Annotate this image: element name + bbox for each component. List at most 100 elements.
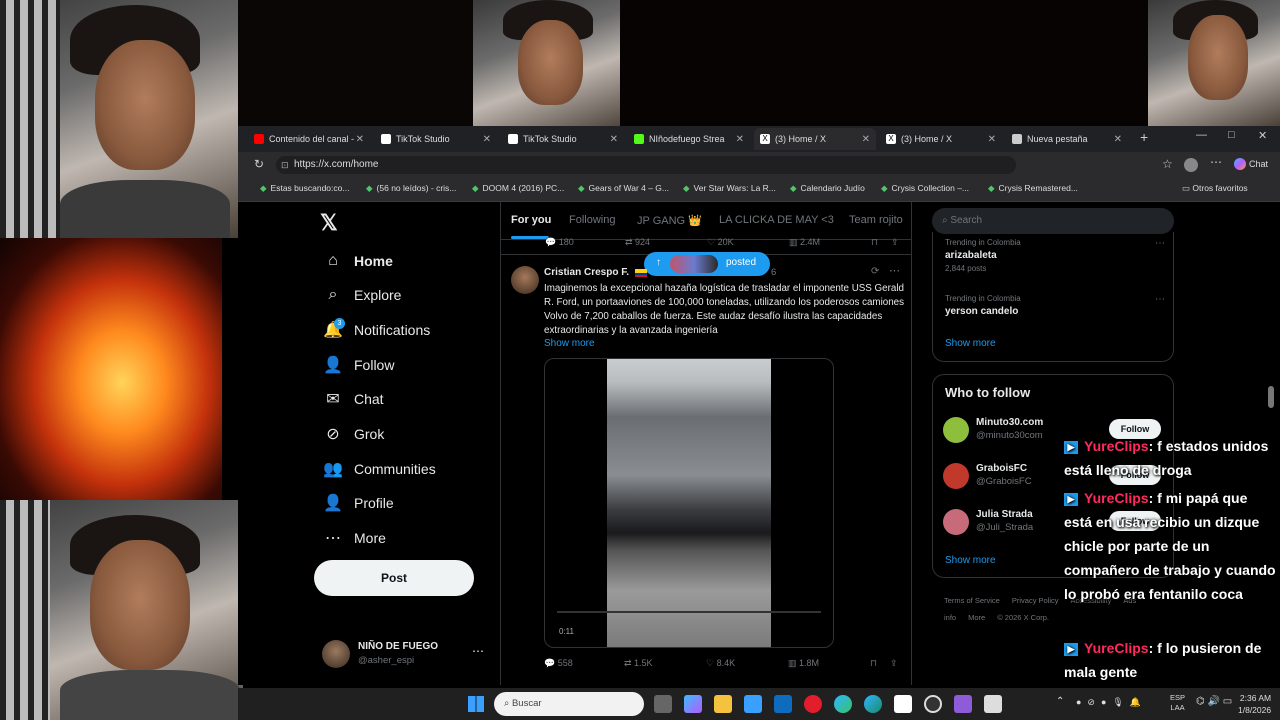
trend-item[interactable]: Trending in Colombia yerson candelo ⋯ [945,294,1165,320]
close-tab-icon[interactable]: ✕ [862,134,870,145]
footer-link[interactable]: Privacy Policy [1012,596,1059,605]
trend-item[interactable]: Trending in Colombia arizabaleta 2,844 pos… [945,238,1165,273]
reply-button[interactable]: 💬 558 [544,658,573,669]
bookmark-icon[interactable]: ⊓ [870,658,877,669]
browser-tab[interactable]: TikTok Studio ✕ [375,128,497,150]
close-window-icon[interactable]: ✕ [1258,129,1267,142]
post-video[interactable]: 0:11 [544,358,834,648]
edge-dev-icon[interactable] [864,695,882,713]
obs-icon[interactable] [924,695,942,713]
trends-show-more[interactable]: Show more [945,338,996,349]
bookmark-item[interactable]: ◆ DOOM 4 (2016) PC... [472,183,564,194]
tray-icons[interactable]: ●⊘●🎙🔔 [1076,697,1147,708]
opera-icon[interactable] [804,695,822,713]
bookmark-item[interactable]: ◆ Ver Star Wars: La R... [683,183,776,194]
post-button[interactable]: Post [314,560,474,596]
other-bookmarks[interactable]: ▭ Otros favoritos [1182,183,1248,194]
new-tab-icon[interactable]: + [1140,129,1148,145]
close-tab-icon[interactable]: ✕ [483,134,491,145]
footer-link[interactable]: More [968,613,985,622]
prev-like-button[interactable]: ♡ 20K [707,237,734,248]
prev-views[interactable]: ▥ 2.4M [789,237,820,248]
feed-tab[interactable]: Team rojito [849,214,903,226]
bookmark-item[interactable]: ◆ Calendario Judío [790,183,865,194]
tray-chevron-icon[interactable]: ⌃ [1056,696,1064,707]
menu-icon[interactable]: ⋯ [1210,155,1222,169]
post-time[interactable]: 6 [771,267,776,278]
footer-link[interactable]: © 2026 X Corp. [997,613,1049,622]
file-explorer-icon[interactable] [714,695,732,713]
minimize-icon[interactable]: — [1196,129,1207,141]
video-progress[interactable] [557,611,821,613]
post-more-icon[interactable]: ⋯ [889,264,900,277]
favorites-star-icon[interactable]: ☆ [1162,157,1173,171]
who-to-follow-show-more[interactable]: Show more [945,555,996,566]
close-tab-icon[interactable]: ✕ [988,134,996,145]
network-volume-icons[interactable]: ⌬ 🔊 ▭ [1196,696,1232,707]
account-switcher[interactable]: NIÑO DE FUEGO @asher_espi ⋯ [322,638,492,670]
views-button[interactable]: ▥ 1.8M [788,658,819,669]
windows-start-icon[interactable] [468,696,484,712]
prev-bookmark-icon[interactable]: ⊓ [871,237,878,248]
refresh-icon[interactable]: ↻ [254,157,264,171]
nav-explore[interactable]: ⌕ Explore [322,280,402,310]
x-logo-icon[interactable]: 𝕏 [320,210,338,236]
feed-tab[interactable]: Following [569,214,615,226]
browser-tab[interactable]: Nueva pestaña ✕ [1006,128,1128,150]
nav-more[interactable]: ⋯ More [322,523,386,553]
like-button[interactable]: ♡ 8.4K [706,658,735,669]
close-tab-icon[interactable]: ✕ [1114,134,1122,145]
post-show-more[interactable]: Show more [544,338,595,349]
prev-repost-button[interactable]: ⇄ 924 [625,237,650,248]
profile-avatar-icon[interactable] [1184,158,1198,172]
nav-chat[interactable]: ✉ Chat [322,384,383,414]
app-icon-purple[interactable] [954,695,972,713]
post-author-avatar[interactable] [511,266,539,294]
page-scrollbar[interactable] [1268,386,1274,408]
browser-tab[interactable]: X (3) Home / X ✕ [880,128,1002,150]
trend-more-icon[interactable]: ⋯ [1155,238,1165,249]
browser-tab[interactable]: X (3) Home / X ✕ [754,128,876,150]
feed-tab[interactable]: LA CLICKA DE MAY <3 [719,214,834,226]
browser-tab[interactable]: TikTok Studio ✕ [502,128,624,150]
clock[interactable]: 2:36 AM 1/8/2026 [1238,692,1271,716]
search-input[interactable]: ⌕ Search [932,208,1174,234]
copilot-taskbar-icon[interactable] [684,695,702,713]
feed-tab[interactable]: For you [511,214,551,226]
url-field[interactable]: ⊡ https://x.com/home [276,156,1016,174]
new-posts-pill[interactable]: ↑ posted [644,252,770,276]
prev-reply-button[interactable]: 💬 180 [545,237,574,248]
post-author-name[interactable]: Cristian Crespo F. [544,267,629,278]
capcut-icon[interactable] [894,695,912,713]
maximize-icon[interactable]: □ [1228,129,1235,141]
nav-profile[interactable]: 👤 Profile [322,488,394,518]
prev-share-icon[interactable]: ⇪ [891,237,899,248]
close-tab-icon[interactable]: ✕ [736,134,744,145]
nav-home[interactable]: ⌂ Home [322,246,393,276]
close-tab-icon[interactable]: ✕ [610,134,618,145]
bookmark-item[interactable]: ◆ Estas buscando:co... [260,183,349,194]
copilot-chat-button[interactable]: Chat [1234,158,1268,170]
close-tab-icon[interactable]: ✕ [356,134,364,145]
bookmark-item[interactable]: ◆ (56 no leídos) - cris... [366,183,456,194]
browser-tab[interactable]: Contenido del canal - Y ✕ [248,128,370,150]
edge-icon[interactable] [834,695,852,713]
share-icon[interactable]: ⇪ [890,658,898,669]
bookmark-item[interactable]: ◆ Crysis Collection –... [881,183,969,194]
browser-tab[interactable]: NIñodefuego Strea ✕ [628,128,750,150]
feed-tab[interactable]: JP GANG 👑 [637,214,702,227]
taskbar-search[interactable]: ⌕ Buscar [494,692,644,716]
store-icon[interactable] [744,695,762,713]
trend-more-icon[interactable]: ⋯ [1155,294,1165,305]
app-icon-window[interactable] [984,695,1002,713]
bookmark-item[interactable]: ◆ Gears of War 4 – G... [578,183,669,194]
lang-indicator[interactable]: ESP LAA [1170,693,1185,713]
nav-communities[interactable]: 👥 Communities [322,454,436,484]
nav-follow[interactable]: 👤 Follow [322,350,394,380]
taskview-icon[interactable] [654,695,672,713]
nav-grok[interactable]: ⊘ Grok [322,419,384,449]
repost-button[interactable]: ⇄ 1.5K [624,658,653,669]
grok-post-icon[interactable]: ⟳ [871,266,879,277]
footer-link[interactable]: Terms of Service [944,596,1000,605]
bookmark-item[interactable]: ◆ Crysis Remastered... [988,183,1078,194]
